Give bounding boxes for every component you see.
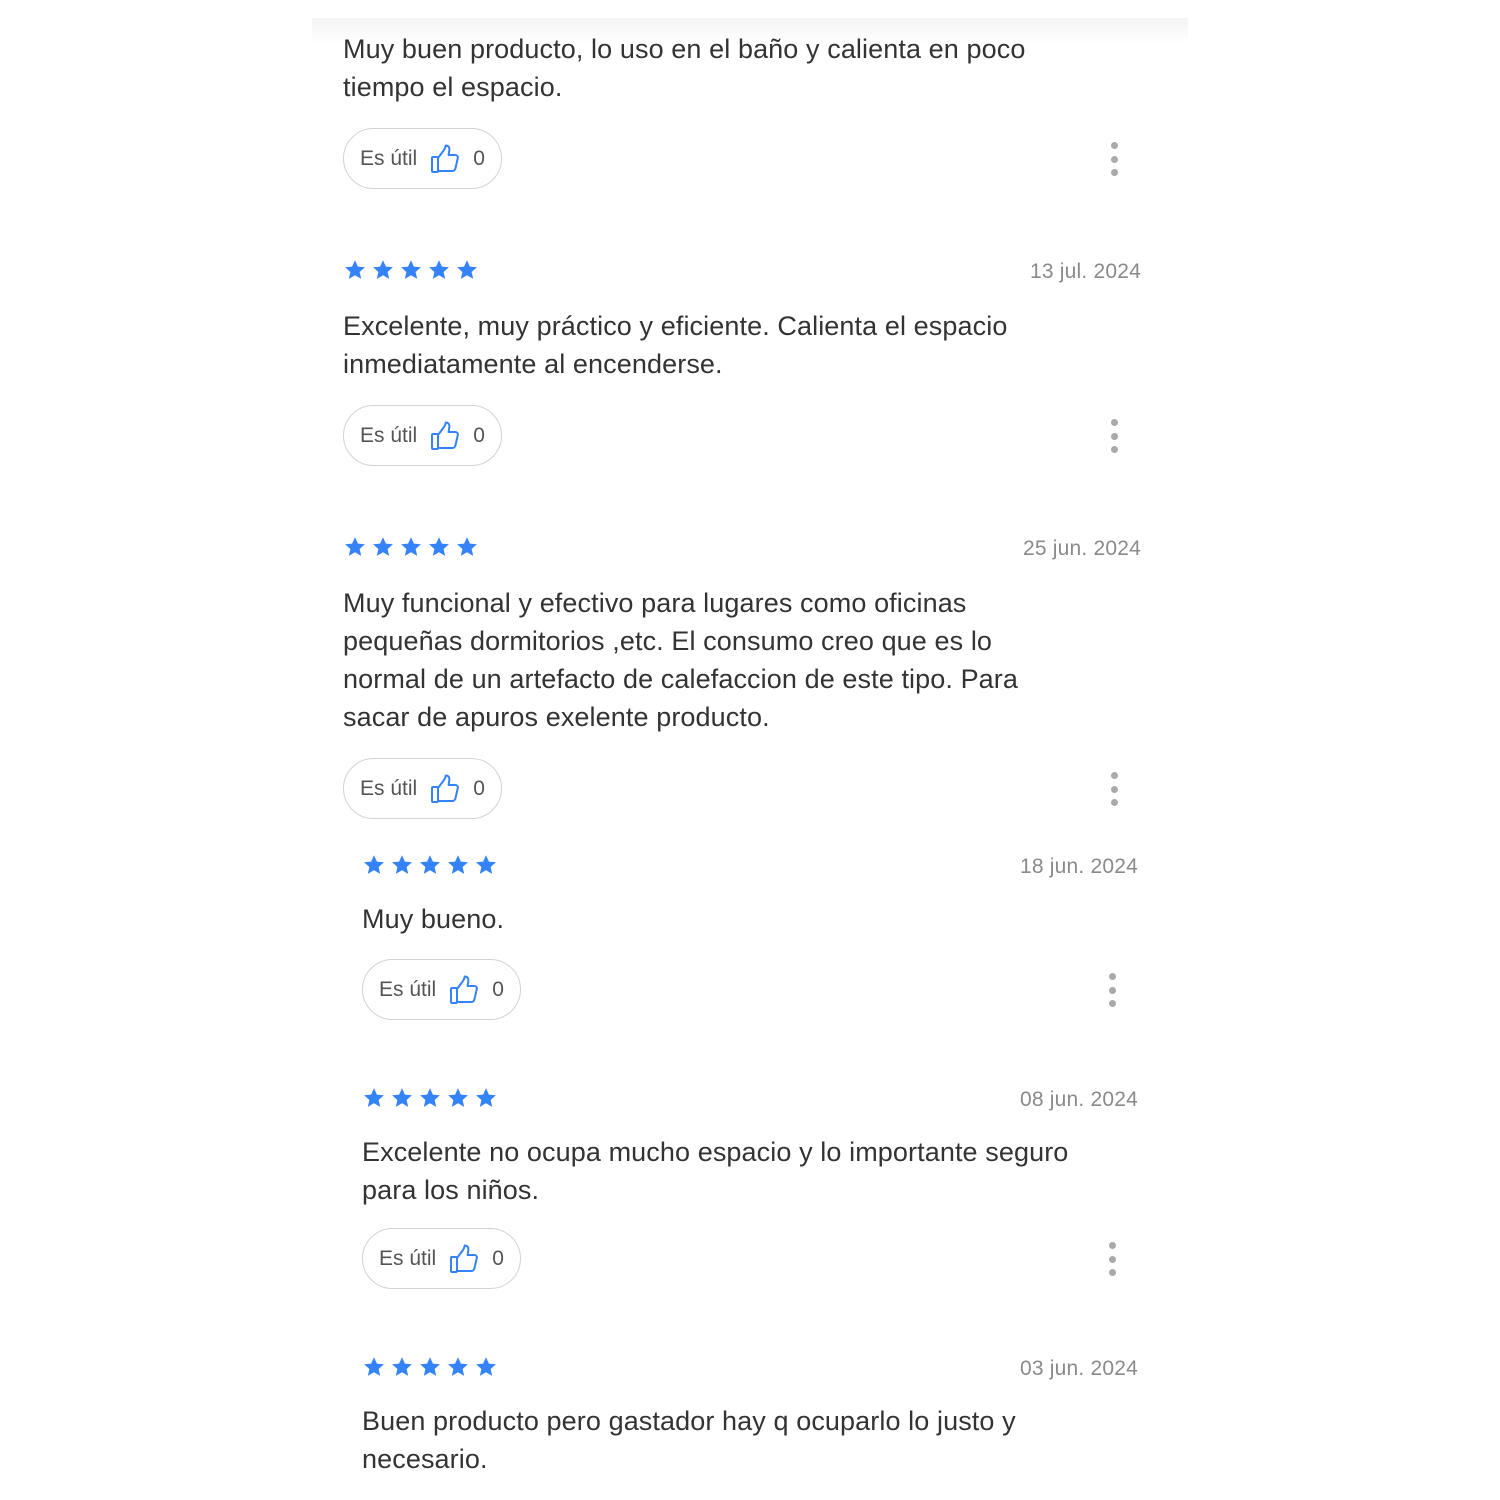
thumbs-up-icon — [429, 143, 461, 175]
helpful-button[interactable]: Es útil 0 — [343, 128, 502, 189]
more-vert-icon[interactable] — [1108, 772, 1120, 806]
review-text: Muy funcional y efectivo para lugares co… — [343, 584, 1141, 736]
review-actions: Es útil 0 — [343, 128, 1141, 190]
review-text-line: para los niños. — [362, 1175, 540, 1205]
review-actions: Es útil 0 — [362, 959, 1138, 1021]
helpful-button[interactable]: Es útil 0 — [343, 758, 502, 819]
review-text-line: Muy bueno. — [362, 904, 505, 934]
review-header: 08 jun. 2024 — [362, 1086, 1138, 1114]
rating-stars — [362, 1355, 498, 1379]
helpful-count: 0 — [473, 776, 485, 800]
helpful-button[interactable]: Es útil 0 — [343, 405, 502, 466]
thumbs-up-icon — [429, 773, 461, 805]
helpful-count: 0 — [473, 146, 485, 170]
helpful-label: Es útil — [360, 776, 418, 800]
review-text-line: pequeñas dormitorios ,etc. El consumo cr… — [343, 626, 993, 656]
rating-stars — [362, 853, 498, 877]
review-date: 18 jun. 2024 — [1019, 855, 1138, 878]
star-icon — [427, 535, 451, 559]
rating-stars — [343, 258, 479, 282]
star-icon — [390, 1086, 414, 1110]
star-icon — [343, 535, 367, 559]
star-icon — [362, 1355, 386, 1379]
helpful-label: Es útil — [360, 146, 418, 170]
review-header: 25 jun. 2024 — [343, 535, 1141, 563]
review-actions: Es útil 0 — [343, 758, 1141, 820]
review-header: 03 jun. 2024 — [362, 1355, 1138, 1383]
review-header: 13 jul. 2024 — [343, 258, 1141, 286]
star-icon — [399, 258, 423, 282]
more-vert-icon[interactable] — [1106, 1242, 1118, 1276]
star-icon — [446, 1355, 470, 1379]
review-actions: Es útil 0 — [362, 1228, 1138, 1290]
star-icon — [418, 853, 442, 877]
more-vert-icon[interactable] — [1108, 419, 1120, 453]
star-icon — [390, 1355, 414, 1379]
star-icon — [474, 1086, 498, 1110]
review-date: 08 jun. 2024 — [1019, 1088, 1138, 1111]
review-text-line: inmediatamente al encenderse. — [343, 349, 723, 379]
star-icon — [362, 853, 386, 877]
star-icon — [371, 535, 395, 559]
helpful-label: Es útil — [360, 423, 418, 447]
review-actions: Es útil 0 — [343, 405, 1141, 467]
star-icon — [371, 258, 395, 282]
helpful-button[interactable]: Es útil 0 — [362, 1228, 521, 1289]
star-icon — [455, 258, 479, 282]
helpful-count: 0 — [473, 423, 485, 447]
review-text: Excelente no ocupa mucho espacio y lo im… — [362, 1133, 1138, 1209]
review-text-line: Buen producto pero gastador hay q ocupar… — [362, 1406, 1016, 1436]
star-icon — [474, 853, 498, 877]
star-icon — [446, 853, 470, 877]
helpful-button[interactable]: Es útil 0 — [362, 959, 521, 1020]
star-icon — [399, 535, 423, 559]
review-header: 18 jun. 2024 — [362, 853, 1138, 881]
more-vert-icon[interactable] — [1108, 142, 1120, 176]
helpful-count: 0 — [492, 977, 504, 1001]
thumbs-up-icon — [429, 420, 461, 452]
star-icon — [427, 258, 451, 282]
review-date: 13 jul. 2024 — [1030, 260, 1141, 283]
review-text-line: tiempo el espacio. — [343, 72, 563, 102]
helpful-label: Es útil — [379, 977, 437, 1001]
star-icon — [362, 1086, 386, 1110]
review-text-line: sacar de apuros exelente producto. — [343, 702, 770, 732]
review-text-line: Muy buen producto, lo uso en el baño y c… — [343, 34, 1026, 64]
star-icon — [418, 1355, 442, 1379]
review-text: Buen producto pero gastador hay q ocupar… — [362, 1402, 1138, 1478]
review-text-line: Muy funcional y efectivo para lugares co… — [343, 588, 967, 618]
review-text: Excelente, muy práctico y eficiente. Cal… — [343, 307, 1141, 383]
star-icon — [390, 853, 414, 877]
star-icon — [418, 1086, 442, 1110]
review-date: 03 jun. 2024 — [1019, 1357, 1138, 1380]
star-icon — [343, 258, 367, 282]
thumbs-up-icon — [448, 1243, 480, 1275]
helpful-count: 0 — [492, 1246, 504, 1270]
review-text-line: necesario. — [362, 1444, 488, 1474]
helpful-label: Es útil — [379, 1246, 437, 1270]
more-vert-icon[interactable] — [1106, 973, 1118, 1007]
rating-stars — [362, 1086, 498, 1110]
star-icon — [446, 1086, 470, 1110]
review-date: 25 jun. 2024 — [1022, 537, 1141, 560]
thumbs-up-icon — [448, 974, 480, 1006]
star-icon — [455, 535, 479, 559]
review-text-line: Excelente no ocupa mucho espacio y lo im… — [362, 1137, 1069, 1167]
rating-stars — [343, 535, 479, 559]
review-text-line: Excelente, muy práctico y eficiente. Cal… — [343, 311, 1008, 341]
review-text: Muy buen producto, lo uso en el baño y c… — [343, 30, 1141, 106]
review-text-line: normal de un artefacto de calefaccion de… — [343, 664, 1019, 694]
star-icon — [474, 1355, 498, 1379]
review-text: Muy bueno. — [362, 900, 1138, 938]
